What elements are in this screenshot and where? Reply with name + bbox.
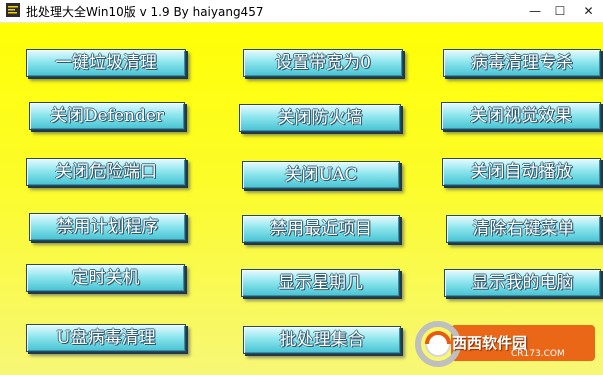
watermark-url: CR173.COM (511, 349, 565, 359)
disable-defender-button[interactable]: 关闭Defender (29, 102, 185, 130)
clear-context-menu-button[interactable]: 清除右键菜单 (446, 215, 601, 243)
disable-recent-items-button[interactable]: 禁用最近项目 (242, 215, 400, 243)
clean-junk-button[interactable]: 一键垃圾清理 (26, 49, 186, 77)
disable-firewall-button[interactable]: 关闭防火墙 (239, 104, 401, 132)
disable-autoplay-button[interactable]: 关闭自动播放 (442, 158, 601, 186)
close-dangerous-ports-button[interactable]: 关闭危险端口 (26, 158, 186, 186)
batch-collection-button[interactable]: 批处理集合 (243, 326, 401, 354)
disable-visual-effects-button[interactable]: 关闭视觉效果 (441, 102, 601, 130)
set-bandwidth-button[interactable]: 设置带宽为0 (243, 49, 403, 77)
disable-task-scheduler-button[interactable]: 禁用计划程序 (29, 213, 186, 241)
show-weekday-button[interactable]: 显示星期几 (241, 269, 400, 297)
maximize-button[interactable]: ☐ (550, 0, 570, 22)
show-my-computer-button[interactable]: 显示我的电脑 (444, 269, 601, 297)
window-title: 批处理大全Win10版 v 1.9 By haiyang457 (26, 5, 264, 19)
app-icon (6, 3, 20, 17)
scheduled-shutdown-button[interactable]: 定时关机 (26, 264, 185, 292)
close-button[interactable]: ✕ (574, 0, 603, 22)
usb-virus-clean-button[interactable]: U盘病毒清理 (26, 324, 186, 352)
disable-uac-button[interactable]: 关闭UAC (242, 161, 400, 189)
virus-clean-button[interactable]: 病毒清理专杀 (443, 49, 601, 77)
title-bar: 批处理大全Win10版 v 1.9 By haiyang457 — ☐ ✕ (0, 0, 603, 23)
